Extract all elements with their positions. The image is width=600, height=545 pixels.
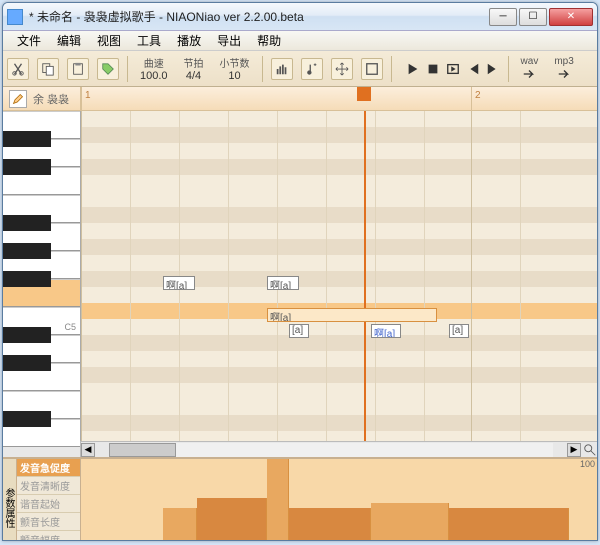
beat-field[interactable]: 节拍 4/4 xyxy=(180,55,208,82)
maximize-button[interactable]: ☐ xyxy=(519,8,547,26)
tempo-label: 曲速 xyxy=(144,55,164,70)
cut-icon[interactable] xyxy=(7,58,29,80)
export-mp3-button[interactable]: mp3 xyxy=(550,56,577,81)
note-block[interactable]: 啊[a] xyxy=(163,276,195,290)
black-key[interactable] xyxy=(3,411,51,427)
minimize-button[interactable]: ─ xyxy=(489,8,517,26)
app-icon xyxy=(7,9,23,25)
play-icon[interactable] xyxy=(406,62,420,76)
prev-icon[interactable] xyxy=(466,62,480,76)
black-key[interactable] xyxy=(3,215,51,231)
ruler-mark: 1 xyxy=(81,87,91,110)
param-vertical-label: 参数属性 xyxy=(3,459,17,541)
menu-file[interactable]: 文件 xyxy=(9,30,49,51)
beat-label: 节拍 xyxy=(184,55,204,70)
bars-label: 小节数 xyxy=(220,55,250,70)
tempo-field[interactable]: 曲速 100.0 xyxy=(136,55,172,82)
menubar: 文件 编辑 视图 工具 播放 导出 帮助 xyxy=(3,31,597,51)
main-area: C5 /* rows drawn below via JS hook would… xyxy=(3,111,597,441)
voice-label[interactable]: 余 袅袅 xyxy=(33,91,69,107)
stop-icon[interactable] xyxy=(426,62,440,76)
param-item[interactable]: 颤音长度 xyxy=(17,513,80,531)
menu-edit[interactable]: 编辑 xyxy=(49,30,89,51)
playhead-line[interactable] xyxy=(364,111,366,441)
menu-export[interactable]: 导出 xyxy=(209,30,249,51)
zoom-icon[interactable] xyxy=(583,443,597,457)
param-item[interactable]: 发音清晰度 xyxy=(17,477,80,495)
secondary-toolbar: 余 袅袅 1 2 xyxy=(3,87,597,111)
scroll-left-icon[interactable]: ◀ xyxy=(81,443,95,457)
horizontal-scrollbar[interactable]: ◀ ▶ xyxy=(3,441,597,457)
bars-field[interactable]: 小节数 10 xyxy=(216,55,254,82)
black-key[interactable] xyxy=(3,355,51,371)
timeline-ruler[interactable]: 1 2 xyxy=(81,87,597,110)
next-icon[interactable] xyxy=(486,62,500,76)
bars-value: 10 xyxy=(228,70,240,82)
export-wav-button[interactable]: wav xyxy=(517,56,543,81)
piano-keyboard[interactable]: C5 xyxy=(3,111,81,441)
playhead-marker[interactable] xyxy=(357,87,371,101)
note-add-icon[interactable] xyxy=(301,58,323,80)
move-icon[interactable] xyxy=(331,58,353,80)
ruler-mark: 2 xyxy=(471,87,481,110)
param-scale-max: 100 xyxy=(580,459,595,469)
menu-play[interactable]: 播放 xyxy=(169,30,209,51)
note-block[interactable]: 啊[a] xyxy=(267,276,299,290)
param-item[interactable]: 发音急促度 xyxy=(17,459,80,477)
note-block[interactable]: 啊[a] xyxy=(267,308,437,322)
note-block[interactable]: [a] xyxy=(449,324,469,338)
menu-help[interactable]: 帮助 xyxy=(249,30,289,51)
titlebar[interactable]: * 未命名 - 袅袅虚拟歌手 - NIAONiao ver 2.2.00.bet… xyxy=(3,3,597,31)
parameter-graph[interactable]: 100 0 50 50 50 50 50 50 xyxy=(81,459,597,541)
black-key[interactable] xyxy=(3,271,51,287)
scrollbar-thumb[interactable] xyxy=(109,443,176,457)
key-label-c5: C5 xyxy=(64,322,76,332)
tempo-value: 100.0 xyxy=(140,70,168,82)
black-key[interactable] xyxy=(3,131,51,147)
black-key[interactable] xyxy=(3,243,51,259)
scrollbar-track[interactable] xyxy=(109,443,553,457)
pencil-tool-icon[interactable] xyxy=(9,90,27,108)
piano-roll[interactable]: /* rows drawn below via JS hook would no… xyxy=(81,111,597,441)
beat-value: 4/4 xyxy=(186,70,201,82)
paste-icon[interactable] xyxy=(67,58,89,80)
menu-tools[interactable]: 工具 xyxy=(129,30,169,51)
note-block[interactable]: [a] xyxy=(289,324,309,338)
menu-view[interactable]: 视图 xyxy=(89,30,129,51)
fullscreen-icon[interactable] xyxy=(361,58,383,80)
app-window: * 未命名 - 袅袅虚拟歌手 - NIAONiao ver 2.2.00.bet… xyxy=(2,2,598,541)
loop-icon[interactable] xyxy=(446,62,460,76)
tag-icon[interactable] xyxy=(97,58,119,80)
param-list: 发音急促度 发音清晰度 谐音起始 颤音长度 颤音幅度 颤音速率 弯曲灵敏度 音高… xyxy=(17,459,80,541)
bars-up-icon[interactable] xyxy=(271,58,293,80)
black-key[interactable] xyxy=(3,159,51,175)
copy-icon[interactable] xyxy=(37,58,59,80)
param-item[interactable]: 谐音起始 xyxy=(17,495,80,513)
close-button[interactable]: ✕ xyxy=(549,8,593,26)
param-item[interactable]: 颤音幅度 xyxy=(17,531,80,541)
black-key[interactable] xyxy=(3,327,51,343)
scroll-right-icon[interactable]: ▶ xyxy=(567,443,581,457)
toolbar: 曲速 100.0 节拍 4/4 小节数 10 wav mp3 xyxy=(3,51,597,87)
note-block[interactable]: 啊[a] xyxy=(371,324,401,338)
window-title: * 未命名 - 袅袅虚拟歌手 - NIAONiao ver 2.2.00.bet… xyxy=(29,8,489,25)
parameter-panel: 参数属性 发音急促度 发音清晰度 谐音起始 颤音长度 颤音幅度 颤音速率 弯曲灵… xyxy=(3,457,597,541)
